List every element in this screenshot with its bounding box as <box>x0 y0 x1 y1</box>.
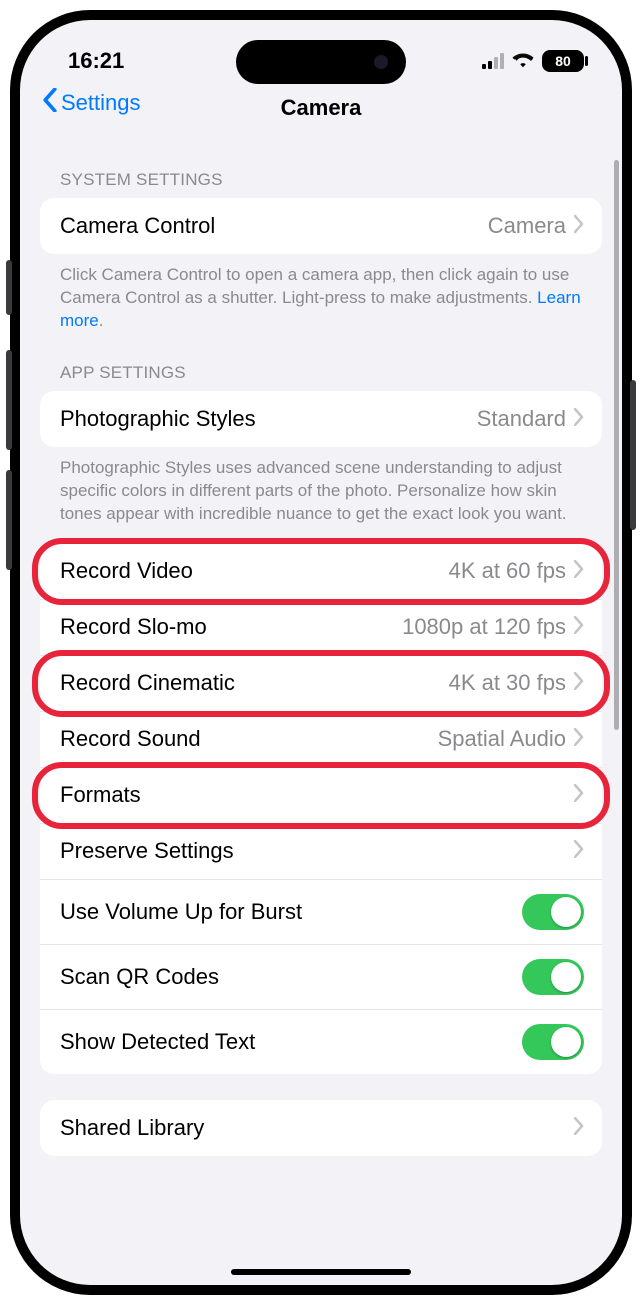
row-label: Record Video <box>60 558 193 584</box>
row-label: Shared Library <box>60 1115 204 1141</box>
back-label: Settings <box>61 90 141 116</box>
chevron-right-icon <box>574 614 584 640</box>
row-formats[interactable]: Formats <box>40 768 602 824</box>
row-label: Show Detected Text <box>60 1029 255 1055</box>
row-scan-qr: Scan QR Codes <box>40 945 602 1010</box>
chevron-left-icon <box>42 88 58 118</box>
row-value: Camera <box>488 213 566 239</box>
row-record-cinematic[interactable]: Record Cinematic 4K at 30 fps <box>40 656 602 712</box>
toggle-volume-burst[interactable] <box>522 894 584 930</box>
recording-settings-card: Record Video 4K at 60 fps Record Slo-mo … <box>40 544 602 1074</box>
row-camera-control[interactable]: Camera Control Camera <box>40 198 602 254</box>
row-record-sound[interactable]: Record Sound Spatial Audio <box>40 712 602 768</box>
chevron-right-icon <box>574 213 584 239</box>
cellular-signal-icon <box>482 53 504 69</box>
row-label: Use Volume Up for Burst <box>60 899 302 925</box>
chevron-right-icon <box>574 670 584 696</box>
wifi-icon <box>512 48 534 74</box>
row-value: 1080p at 120 fps <box>402 614 566 640</box>
row-label: Record Sound <box>60 726 201 752</box>
back-button[interactable]: Settings <box>42 88 141 118</box>
page-title: Camera <box>281 95 362 121</box>
chevron-right-icon <box>574 406 584 432</box>
row-record-slomo[interactable]: Record Slo-mo 1080p at 120 fps <box>40 600 602 656</box>
chevron-right-icon <box>574 1115 584 1141</box>
row-value: 4K at 30 fps <box>449 670 566 696</box>
phone-frame: 16:21 80 Settings Camera SY <box>10 10 632 1295</box>
side-button-power <box>630 380 636 530</box>
row-volume-up-burst: Use Volume Up for Burst <box>40 880 602 945</box>
scroll-indicator <box>614 160 619 730</box>
row-record-video[interactable]: Record Video 4K at 60 fps <box>40 544 602 600</box>
app-settings-card: Photographic Styles Standard <box>40 391 602 447</box>
row-label: Record Cinematic <box>60 670 235 696</box>
system-settings-card: Camera Control Camera <box>40 198 602 254</box>
shared-library-card: Shared Library <box>40 1100 602 1156</box>
row-label: Photographic Styles <box>60 406 256 432</box>
chevron-right-icon <box>574 558 584 584</box>
chevron-right-icon <box>574 782 584 808</box>
chevron-right-icon <box>574 838 584 864</box>
side-button-vol-up <box>6 350 12 450</box>
section-header-app: APP SETTINGS <box>40 351 602 391</box>
home-indicator[interactable] <box>231 1269 411 1275</box>
toggle-scan-qr[interactable] <box>522 959 584 995</box>
chevron-right-icon <box>574 726 584 752</box>
row-detected-text: Show Detected Text <box>40 1010 602 1074</box>
row-value: Spatial Audio <box>438 726 566 752</box>
side-button-silent <box>6 260 12 315</box>
row-label: Scan QR Codes <box>60 964 219 990</box>
screen: 16:21 80 Settings Camera SY <box>20 20 622 1285</box>
section-header-system: SYSTEM SETTINGS <box>40 158 602 198</box>
row-label: Preserve Settings <box>60 838 234 864</box>
row-label: Record Slo-mo <box>60 614 207 640</box>
row-preserve-settings[interactable]: Preserve Settings <box>40 824 602 880</box>
side-button-vol-down <box>6 470 12 570</box>
footnote-photo-styles: Photographic Styles uses advanced scene … <box>40 447 602 544</box>
content-scroll[interactable]: SYSTEM SETTINGS Camera Control Camera Cl… <box>20 138 622 1285</box>
row-label: Formats <box>60 782 141 808</box>
row-value: Standard <box>477 406 566 432</box>
footnote-camera-control: Click Camera Control to open a camera ap… <box>40 254 602 351</box>
battery-icon: 80 <box>542 50 584 72</box>
status-time: 16:21 <box>68 48 124 74</box>
row-photographic-styles[interactable]: Photographic Styles Standard <box>40 391 602 447</box>
toggle-detected-text[interactable] <box>522 1024 584 1060</box>
dynamic-island <box>236 40 406 84</box>
row-value: 4K at 60 fps <box>449 558 566 584</box>
nav-bar: Settings Camera <box>20 84 622 138</box>
row-label: Camera Control <box>60 213 215 239</box>
row-shared-library[interactable]: Shared Library <box>40 1100 602 1156</box>
